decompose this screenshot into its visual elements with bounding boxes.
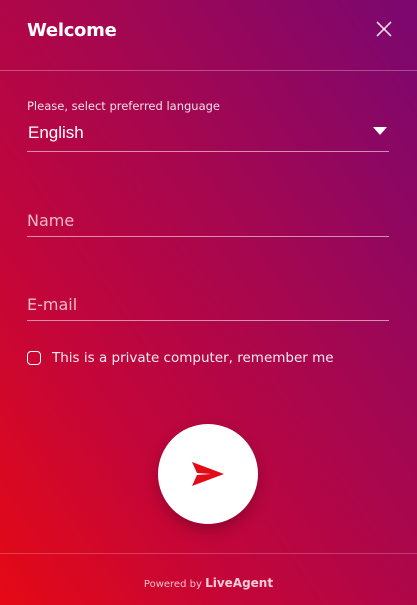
send-button[interactable] [158, 424, 258, 524]
caret-down-icon [373, 127, 387, 135]
remember-me-label: This is a private computer, remember me [52, 350, 334, 366]
powered-by: Powered by LiveAgent [0, 576, 417, 590]
footer: Powered by LiveAgent [0, 553, 417, 605]
brand-name[interactable]: LiveAgent [205, 576, 273, 590]
language-selected-value: English [28, 123, 84, 142]
email-field-container [27, 290, 389, 321]
remember-me-checkbox[interactable] [27, 351, 41, 365]
send-icon [192, 462, 224, 486]
close-button[interactable] [374, 19, 394, 39]
language-select[interactable]: English [27, 118, 389, 152]
page-title: Welcome [27, 20, 117, 41]
close-icon [376, 21, 392, 37]
remember-me-option[interactable]: This is a private computer, remember me [27, 348, 334, 368]
name-input[interactable] [27, 206, 387, 234]
header: Welcome [0, 0, 417, 71]
chat-welcome-widget: Welcome Please, select preferred languag… [0, 0, 417, 605]
name-field-container [27, 206, 389, 237]
powered-by-text: Powered by [143, 579, 202, 590]
language-label: Please, select preferred language [27, 99, 221, 113]
email-input[interactable] [27, 290, 387, 318]
